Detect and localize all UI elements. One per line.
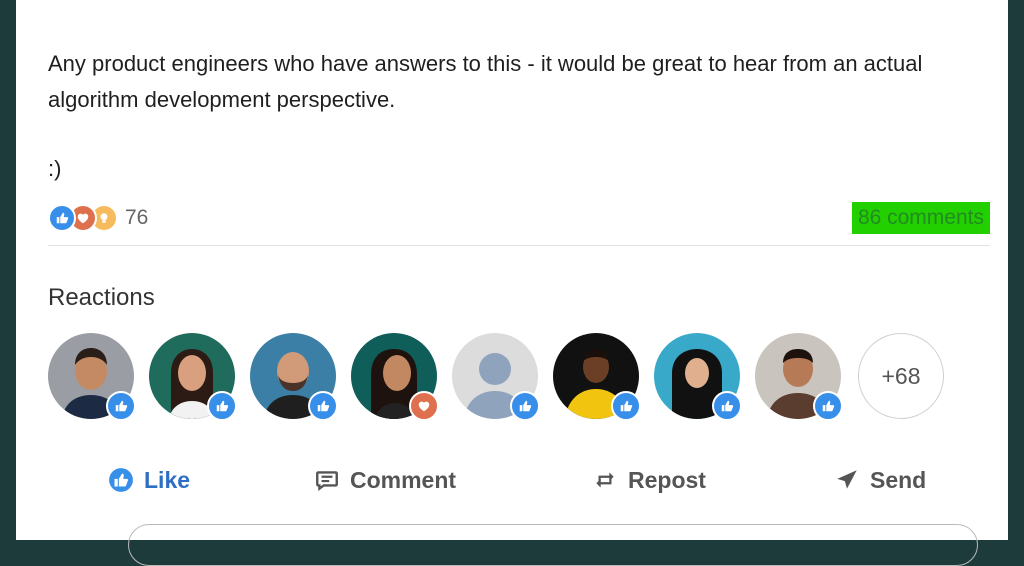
like-icon	[108, 467, 134, 493]
reaction-summary[interactable]: 76	[48, 200, 148, 236]
post-emoticon: :)	[48, 156, 62, 181]
like-label: Like	[144, 466, 191, 493]
send-button[interactable]: Send	[834, 458, 926, 502]
like-icon	[106, 391, 136, 421]
comment-input-edge[interactable]	[128, 524, 978, 566]
avatar[interactable]	[755, 333, 843, 421]
more-reactions-button[interactable]: +68	[858, 333, 944, 419]
like-icon	[207, 391, 237, 421]
like-icon	[308, 391, 338, 421]
comment-icon	[314, 467, 340, 493]
avatar[interactable]	[654, 333, 742, 421]
avatar[interactable]	[553, 333, 641, 421]
comment-button[interactable]: Comment	[314, 458, 456, 502]
avatar[interactable]	[48, 333, 136, 421]
post-text: Any product engineers who have answers t…	[48, 51, 923, 112]
repost-label: Repost	[628, 466, 706, 493]
send-label: Send	[870, 466, 927, 493]
avatar[interactable]	[351, 333, 439, 421]
like-icon	[712, 391, 742, 421]
avatar[interactable]	[250, 333, 338, 421]
comment-label: Comment	[350, 466, 457, 493]
like-icon	[813, 391, 843, 421]
comments-count-link[interactable]: 86 comments	[851, 202, 990, 234]
reactions-heading: Reactions	[48, 284, 155, 311]
divider	[48, 245, 990, 246]
like-icon	[48, 204, 76, 232]
post-card: Any product engineers who have answers t…	[16, 0, 1008, 566]
love-icon	[409, 391, 439, 421]
like-icon	[510, 391, 540, 421]
like-button[interactable]: Like	[108, 458, 190, 502]
repost-button[interactable]: Repost	[592, 458, 706, 502]
reactor-avatars: +68	[48, 333, 944, 421]
reaction-count: 76	[125, 206, 149, 229]
avatar-placeholder[interactable]	[452, 333, 540, 421]
avatar[interactable]	[149, 333, 237, 421]
action-bar: Like Comment Repost Send	[16, 458, 1008, 502]
repost-icon	[592, 467, 618, 493]
like-icon	[611, 391, 641, 421]
send-icon	[834, 467, 860, 493]
